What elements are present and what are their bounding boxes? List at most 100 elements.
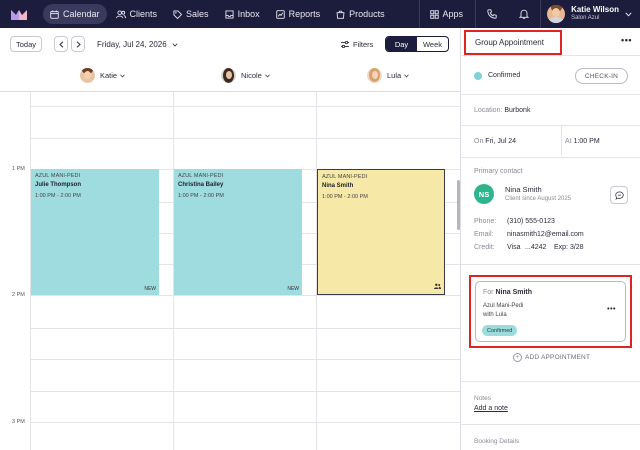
nav-products[interactable]: Products [329,4,392,24]
group-icon [434,283,441,291]
date-value: Fri, Jul 24 [485,138,517,145]
appointment-block-selected[interactable]: AZUL MANI-PEDI Nina Smith 1:00 PM - 2:00… [317,169,445,295]
appointment-block[interactable]: AZUL MANI-PEDI Julie Thompson 1:00 PM - … [31,169,159,295]
staff-katie[interactable]: Katie [80,68,125,83]
bell-icon [519,9,530,19]
time-label: 2 PM [12,292,25,298]
appointment-detail-panel: Group Appointment ••• Confirmed CHECK-IN… [460,28,640,450]
grid-icon [429,9,439,19]
date-picker[interactable]: Friday, Jul 24, 2026 [97,40,178,49]
chevron-down-icon [625,11,632,17]
brand-logo[interactable] [11,8,27,20]
appointment-block[interactable]: AZUL MANI-PEDI Christina Bailey 1:00 PM … [174,169,302,295]
location-label: Location: Burbonk [474,107,531,114]
appointment-client: Nina Smith [322,183,354,189]
avatar [367,68,382,83]
guest-staff: with Lula [483,312,507,318]
nav-label: Inbox [237,9,260,19]
status-dot [474,72,482,80]
appointment-service: AZUL MANI-PEDI [178,173,224,179]
appointment-time: 1:00 PM - 2:00 PM [35,193,81,199]
appointment-client: Julie Thompson [35,182,82,188]
staff-lula[interactable]: Lula [367,68,409,83]
appointment-time: 1:00 PM - 2:00 PM [322,194,368,200]
guest-name: Nina Smith [495,289,533,296]
chart-icon [275,9,285,19]
tag-icon [173,9,183,19]
panel-title-text: Group Appointment [475,38,544,47]
sliders-icon [341,41,349,48]
appointment-service: AZUL MANI-PEDI [35,173,81,179]
nav-clients[interactable]: Clients [109,4,165,24]
panel-title: Group Appointment [464,30,562,55]
nav-label: Calendar [63,9,100,19]
week-view-button[interactable]: Week [417,37,448,51]
avatar [547,5,566,23]
calendar-grid[interactable]: 1 PM 2 PM 3 PM AZUL MANI-PEDI Julie Thom… [0,92,460,450]
divider [461,381,640,382]
new-client-tag: NEW [144,286,156,292]
phone-button[interactable] [476,0,508,28]
staff-header-row: Katie Nicole Lula [0,62,460,92]
time-label: 3 PM [12,419,25,425]
contact-since: Client since August 2025 [505,196,572,202]
nav-sales[interactable]: Sales [166,4,216,24]
contact-name[interactable]: Nina Smith [505,185,542,194]
staff-nicole[interactable]: Nicole [221,68,270,83]
time-field[interactable]: At 1:00 PM [565,138,600,145]
more-options-icon[interactable]: ••• [607,306,616,313]
credit-label: Credit: [474,244,495,251]
primary-contact-label: Primary contact [474,168,523,175]
for-label: For [483,289,494,296]
nav-inbox[interactable]: Inbox [218,4,267,24]
chevron-right-icon [76,40,81,48]
next-day-button[interactable] [71,36,85,52]
chat-icon [614,191,624,200]
add-appointment-button[interactable]: + ADD APPOINTMENT [513,353,590,362]
today-button[interactable]: Today [10,36,42,52]
chevron-left-icon [58,40,63,48]
day-view-button[interactable]: Day [386,37,417,51]
filters-button[interactable]: Filters [341,40,373,49]
staff-name: Katie [100,71,118,80]
phone-value[interactable]: (310) 555-0123 [507,218,555,225]
nav-label: Sales [186,9,209,19]
booking-details-label: Booking Details [474,438,520,445]
status-badge: Confirmed [482,325,518,336]
slot-line [30,106,460,107]
appointment-service: AZUL MANI-PEDI [322,174,368,180]
staff-name: Lula [387,71,402,80]
email-value[interactable]: ninasmith12@email.com [507,231,584,238]
add-appointment-label: ADD APPOINTMENT [525,354,591,361]
more-options-icon[interactable]: ••• [621,35,632,45]
bag-icon [336,10,345,19]
calendar-toolbar: Today Friday, Jul 24, 2026 Filters Day W… [0,28,460,62]
nav-apps[interactable]: Apps [420,4,474,24]
contact-avatar: NS [474,184,494,204]
notifications-button[interactable] [508,0,540,28]
notes-label: Notes [474,395,491,402]
plus-icon: + [513,353,522,362]
nav-reports[interactable]: Reports [269,4,328,24]
message-button[interactable] [610,186,628,204]
calendar-icon [50,9,59,19]
users-icon [115,9,126,18]
phone-icon [487,9,497,19]
credit-exp: Exp: 3/28 [554,244,584,251]
date-field[interactable]: On Fri, Jul 24 [474,138,516,145]
phone-label: Phone: [474,218,497,225]
user-menu[interactable]: Katie Wilson Salon Azul [541,0,640,28]
new-client-tag: NEW [287,286,299,292]
nav-label: Products [349,9,385,19]
prev-day-button[interactable] [54,36,68,52]
nav-calendar[interactable]: Calendar [43,4,107,24]
view-toggle: Day Week [385,36,449,52]
add-note-link[interactable]: Add a note [474,405,508,412]
divider [561,126,562,156]
avatar [221,68,236,83]
credit-brand: Visa [507,244,521,251]
check-in-button[interactable]: CHECK-IN [575,68,628,84]
guest-appointment-card[interactable]: For Nina Smith Azul Mani-Pedi with Lula … [475,281,626,342]
appointment-time: 1:00 PM - 2:00 PM [178,193,224,199]
current-date: Friday, Jul 24, 2026 [97,40,167,49]
